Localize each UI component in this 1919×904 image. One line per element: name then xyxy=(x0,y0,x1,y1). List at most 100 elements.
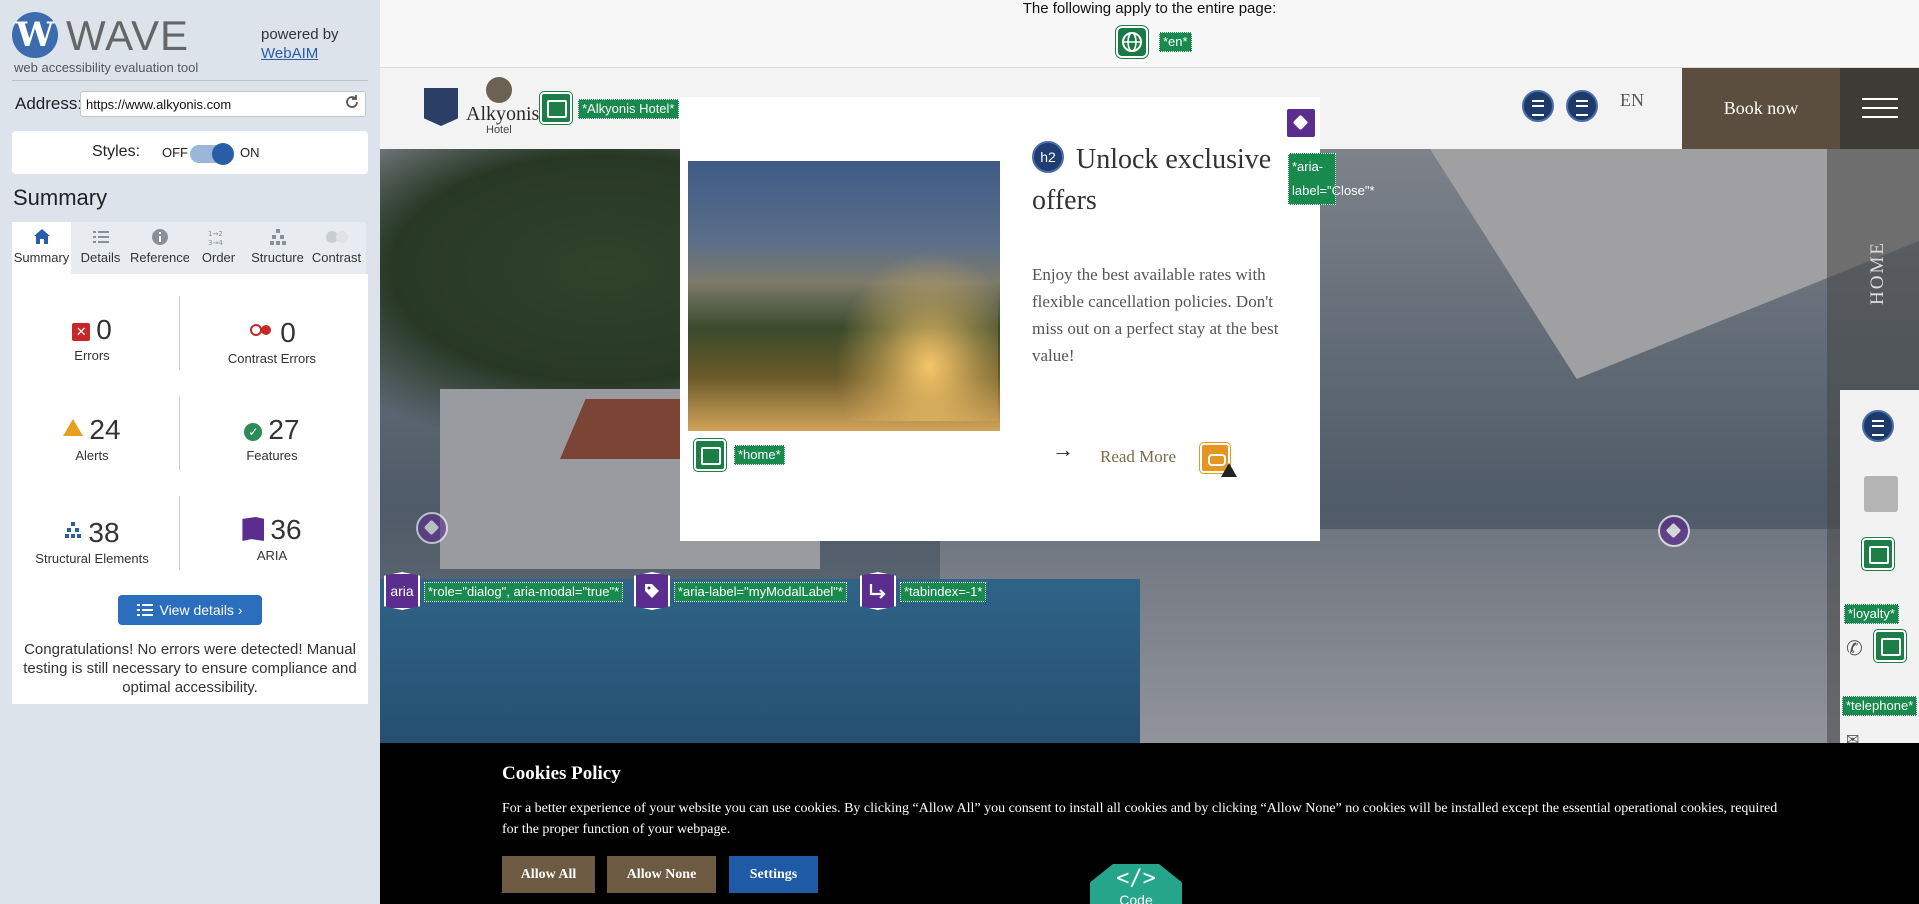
aria-count: 36 xyxy=(270,514,302,545)
wave-tabs: Summary Details Reference 1→2 3→4 Order S… xyxy=(12,222,368,274)
webaim-link[interactable]: WebAIM xyxy=(261,45,318,62)
order-icon: 1→2 3→4 xyxy=(189,228,248,250)
language-switch[interactable]: EN xyxy=(1620,90,1644,111)
wave-logo-name[interactable]: WAVE xyxy=(66,12,189,60)
stat-alerts[interactable]: 24 Alerts xyxy=(12,414,172,463)
phone-icon[interactable]: ✆ xyxy=(1846,636,1863,661)
styles-off-label: OFF xyxy=(162,145,188,160)
contrast-errors-count: 0 xyxy=(280,317,296,348)
wave-header: W WAVE web accessibility evaluation tool… xyxy=(0,0,380,80)
hotel-logo-name[interactable]: Alkyonis xyxy=(466,103,539,126)
toggle-knob xyxy=(212,143,234,165)
congrats-message: Congratulations! No errors were detected… xyxy=(23,641,357,696)
hotel-logo-emblem-icon xyxy=(486,77,512,103)
alert-icon xyxy=(63,419,84,436)
modal-text: Enjoy the best available rates with flex… xyxy=(1032,265,1279,365)
stat-contrast-errors[interactable]: 0 Contrast Errors xyxy=(192,314,352,366)
aria-badge-icon[interactable]: aria xyxy=(384,572,420,610)
logo-alt-tag: *Alkyonis Hotel* xyxy=(578,99,679,119)
lang-tag: *en* xyxy=(1159,32,1192,52)
tab-order-label: Order xyxy=(201,250,236,265)
tab-order[interactable]: 1→2 3→4 Order xyxy=(189,222,248,274)
page-notice-text: The following apply to the entire page: xyxy=(1022,0,1277,17)
tab-contrast-label: Contrast xyxy=(311,250,362,265)
wave-logo-icon[interactable]: W xyxy=(12,12,58,58)
menu-button[interactable] xyxy=(1840,68,1919,149)
structure-icon xyxy=(248,228,307,250)
styles-on-label: ON xyxy=(240,145,260,160)
image-alt-tag: *home* xyxy=(734,445,785,465)
image-alt-icon[interactable] xyxy=(1874,630,1906,662)
structural-count: 38 xyxy=(88,517,120,548)
tab-details-label: Details xyxy=(80,250,121,265)
stat-divider xyxy=(179,296,180,370)
tab-structure[interactable]: Structure xyxy=(248,222,307,274)
styles-toggle[interactable] xyxy=(190,143,234,165)
contrast-icon xyxy=(307,228,366,250)
tab-summary[interactable]: Summary xyxy=(12,222,71,274)
stat-divider xyxy=(179,496,180,570)
read-more-link[interactable]: Read More xyxy=(1100,447,1176,467)
view-details-label: View details › xyxy=(159,602,243,618)
tabindex-tag: *tabindex=-1* xyxy=(900,582,987,602)
tabindex-icon[interactable] xyxy=(860,572,896,610)
features-count: 27 xyxy=(268,414,300,445)
loyalty-tag: *loyalty* xyxy=(1844,604,1899,624)
styles-toggle-box: Styles: OFF ON xyxy=(12,131,368,174)
side-home-label[interactable]: HOME xyxy=(1867,241,1889,305)
aria-label-icon[interactable] xyxy=(416,512,448,544)
structure-stat-icon xyxy=(64,514,82,538)
cookies-title: Cookies Policy xyxy=(502,763,621,784)
globe-icon[interactable] xyxy=(1116,26,1148,58)
stat-aria[interactable]: 36 ARIA xyxy=(192,514,352,563)
loyalty-club-icon[interactable] xyxy=(1864,476,1898,512)
list-icon xyxy=(137,597,154,627)
cookies-text: For a better experience of your website … xyxy=(502,801,1778,837)
image-alt-icon[interactable] xyxy=(694,439,726,471)
wave-sidebar: W WAVE web accessibility evaluation tool… xyxy=(0,0,380,904)
page-preview: The following apply to the entire page: … xyxy=(380,0,1919,904)
errors-label: Errors xyxy=(74,348,110,363)
arrow-right-icon[interactable]: → xyxy=(1052,437,1074,463)
view-details-button[interactable]: View details › xyxy=(118,595,262,625)
tab-reference[interactable]: Reference xyxy=(130,222,190,274)
aria-label-icon[interactable] xyxy=(1658,515,1690,547)
alerts-count: 24 xyxy=(89,414,121,445)
header-divider xyxy=(12,80,368,81)
aria-label-icon[interactable] xyxy=(1285,107,1317,139)
modal-image-lights xyxy=(828,241,998,421)
aria-label-tag: *aria-label="myModalLabel"* xyxy=(674,582,847,602)
list-structure-icon[interactable] xyxy=(1522,90,1554,122)
role-dialog-tag: *role="dialog", aria-modal="true"* xyxy=(424,582,624,602)
info-icon xyxy=(130,228,189,250)
allow-none-button[interactable]: Allow None xyxy=(607,856,716,893)
page-notice: The following apply to the entire page: … xyxy=(380,0,1919,68)
hamburger-line xyxy=(1862,116,1898,118)
reload-icon[interactable] xyxy=(344,94,360,112)
allow-all-button[interactable]: Allow All xyxy=(502,856,595,893)
hotel-logo-icon[interactable] xyxy=(424,88,458,126)
tab-contrast[interactable]: Contrast xyxy=(307,222,366,274)
address-label: Address: xyxy=(15,94,83,113)
structural-label: Structural Elements xyxy=(35,551,149,566)
list-structure-icon[interactable] xyxy=(1862,410,1894,442)
modal-image xyxy=(688,161,1000,431)
image-alt-icon[interactable] xyxy=(1862,538,1894,570)
stat-errors[interactable]: ✕ 0 Errors xyxy=(12,314,172,363)
aria-label-badge-icon[interactable] xyxy=(634,572,670,610)
address-input[interactable] xyxy=(80,91,366,117)
home-icon xyxy=(12,228,71,250)
tab-reference-label: Reference xyxy=(130,250,190,265)
book-now-button[interactable]: Book now xyxy=(1682,68,1840,149)
styles-label: Styles: xyxy=(92,143,141,160)
settings-button[interactable]: Settings xyxy=(729,856,818,893)
list-structure-icon[interactable] xyxy=(1566,90,1598,122)
stat-features[interactable]: ✓ 27 Features xyxy=(192,414,352,463)
svg-text:1→2: 1→2 xyxy=(208,230,223,238)
image-alt-icon[interactable] xyxy=(540,92,572,124)
aria-icon xyxy=(242,517,265,541)
stat-structural[interactable]: 38 Structural Elements xyxy=(12,514,172,566)
tab-details[interactable]: Details xyxy=(71,222,130,274)
hotel-logo-sub: Hotel xyxy=(486,124,512,136)
modal-title: Unlock exclusive offers xyxy=(1032,144,1272,216)
